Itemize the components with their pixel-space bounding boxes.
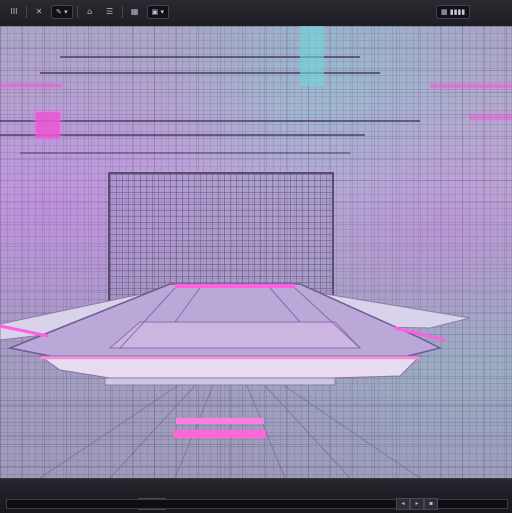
shield-icon[interactable]: ⌂ bbox=[82, 5, 98, 19]
3d-viewport[interactable] bbox=[0, 26, 512, 478]
base-step bbox=[104, 377, 336, 386]
close-icon[interactable]: ✕ bbox=[31, 5, 47, 19]
menu-icon[interactable]: III bbox=[6, 5, 22, 19]
step-forward-icon[interactable]: ▸ bbox=[410, 498, 424, 510]
stage-platform bbox=[0, 283, 512, 478]
platform-front bbox=[38, 355, 422, 379]
pink-floor-light bbox=[176, 418, 264, 424]
bottom-timeline-bar: ◂ ▸ ◂ ▸ ▪ bbox=[0, 478, 512, 513]
mode-select[interactable]: ▦ ▮▮▮▮ bbox=[436, 5, 471, 19]
stop-icon[interactable]: ▪ bbox=[424, 498, 438, 510]
toolbar-divider bbox=[26, 6, 27, 18]
grid-icon[interactable]: ▦ bbox=[127, 5, 143, 19]
top-toolbar: III ✕ ✎ ▾ ⌂ ☰ ▦ ▣ ▾ ▦ ▮▮▮▮ bbox=[0, 0, 512, 27]
view-select[interactable]: ▣ ▾ bbox=[146, 5, 169, 19]
pink-floor-light bbox=[174, 430, 266, 438]
tool-select[interactable]: ✎ ▾ bbox=[51, 5, 73, 19]
list-icon[interactable]: ☰ bbox=[102, 5, 118, 19]
platform-inner bbox=[108, 321, 362, 349]
step-back-icon[interactable]: ◂ bbox=[396, 498, 410, 510]
toolbar-left-group: III ✕ ✎ ▾ ⌂ ☰ ▦ ▣ ▾ bbox=[6, 5, 169, 19]
toolbar-right-group: ▦ ▮▮▮▮ bbox=[436, 5, 471, 19]
toolbar-divider bbox=[76, 6, 78, 18]
toolbar-divider bbox=[121, 6, 123, 18]
